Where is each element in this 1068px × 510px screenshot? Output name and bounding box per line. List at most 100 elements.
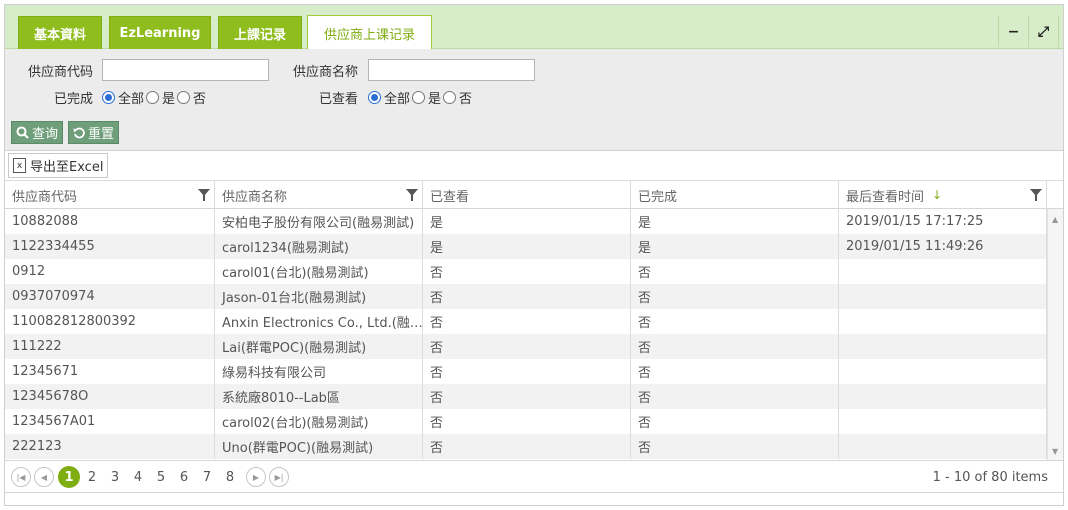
minimize-icon[interactable]: − — [999, 16, 1029, 47]
page-number-5[interactable]: 5 — [150, 466, 172, 488]
radio-icon[interactable] — [146, 91, 160, 104]
cell-last-viewed — [839, 309, 1047, 334]
radio-icon[interactable] — [412, 91, 426, 104]
table-row[interactable]: 0912 carol01(台北)(融易測試) 否否 — [5, 259, 1047, 284]
cell-vendor-name: Jason-01台北(融易測試) — [215, 284, 423, 309]
vendor-code-input[interactable] — [102, 59, 269, 81]
completed-option-yes[interactable]: 是 — [146, 88, 175, 107]
cell-vendor-name: carol02(台北)(融易測試) — [215, 409, 423, 434]
radio-checked-icon[interactable] — [102, 91, 115, 104]
cell-completed: 否 — [631, 334, 839, 359]
tab-basic-info[interactable]: 基本資料 — [18, 16, 102, 49]
page-number-8[interactable]: 8 — [219, 466, 241, 488]
cell-completed: 否 — [631, 434, 839, 459]
excel-file-icon: x — [13, 158, 26, 173]
table-row[interactable]: 111222 Lai(群電POC)(融易測試) 否否 — [5, 334, 1047, 359]
tab-bar: 基本資料 EzLearning 上課记录 供应商上课记录 − ⤢ — [5, 5, 1063, 50]
vertical-scrollbar[interactable]: ▲ ▼ — [1047, 209, 1063, 460]
cell-last-viewed — [839, 334, 1047, 359]
cell-vendor-code: 222123 — [5, 434, 215, 459]
column-header-last-viewed[interactable]: 最后查看时间 ↓ — [839, 181, 1047, 209]
cell-last-viewed — [839, 384, 1047, 409]
viewed-option-all[interactable]: 全部 — [368, 88, 410, 107]
cell-last-viewed — [839, 284, 1047, 309]
cell-viewed: 否 — [423, 334, 631, 359]
filter-icon[interactable] — [406, 189, 418, 201]
table-row[interactable]: 12345671 綠易科技有限公司否否 — [5, 359, 1047, 384]
column-header-vendor-name[interactable]: 供应商名称 — [215, 181, 423, 209]
page-number-6[interactable]: 6 — [173, 466, 195, 488]
grid-body: 10882088 安柏电子股份有限公司(融易測試) 是是 2019/01/15 17:… — [5, 209, 1063, 460]
cell-viewed: 是 — [423, 234, 631, 259]
cell-vendor-code: 111222 — [5, 334, 215, 359]
cell-last-viewed — [839, 434, 1047, 459]
table-row[interactable]: 0937070974 Jason-01台北(融易測試) 否否 — [5, 284, 1047, 309]
table-row[interactable]: 1234567A01 carol02(台北)(融易測試) 否否 — [5, 409, 1047, 434]
cell-viewed: 否 — [423, 359, 631, 384]
tab-course-records[interactable]: 上課记录 — [218, 16, 302, 49]
grid-header: 供应商代码 供应商名称 已查看 已完成 最后查看时间 ↓ — [5, 181, 1063, 209]
cell-viewed: 否 — [423, 409, 631, 434]
cell-vendor-name: 系統廠8010--Lab區 — [215, 384, 423, 409]
radio-checked-icon[interactable] — [368, 91, 381, 104]
last-page-icon[interactable]: ▶| — [269, 467, 289, 487]
vendor-name-input[interactable] — [368, 59, 535, 81]
page-number-2[interactable]: 2 — [81, 466, 103, 488]
page-number-7[interactable]: 7 — [196, 466, 218, 488]
scroll-up-icon[interactable]: ▲ — [1052, 215, 1058, 224]
completed-option-no[interactable]: 否 — [177, 88, 206, 107]
table-row[interactable]: 222123 Uno(群電POC)(融易測試) 否否 — [5, 434, 1047, 459]
reset-button[interactable]: 重置 — [68, 121, 120, 144]
pager-info: 1 - 10 of 80 items — [932, 470, 1048, 485]
first-page-icon[interactable]: |◀ — [11, 467, 31, 487]
column-header-label: 已查看 — [430, 189, 470, 205]
grid-toolbar: x 导出至Excel — [5, 151, 1063, 181]
cell-vendor-name: carol1234(融易測試) — [215, 234, 423, 259]
export-excel-label: 导出至Excel — [30, 160, 104, 175]
cell-completed: 否 — [631, 359, 839, 384]
table-row[interactable]: 12345678O 系統廠8010--Lab區否否 — [5, 384, 1047, 409]
tab-vendor-course-records[interactable]: 供应商上课记录 — [307, 15, 432, 50]
table-row[interactable]: 1122334455 carol1234(融易測試) 是是 2019/01/15 11… — [5, 234, 1047, 259]
scroll-down-icon[interactable]: ▼ — [1052, 447, 1058, 456]
viewed-option-yes[interactable]: 是 — [412, 88, 441, 107]
vendor-code-label: 供应商代码 — [28, 65, 94, 80]
page-number-3[interactable]: 3 — [104, 466, 126, 488]
window-controls: − ⤢ — [998, 16, 1059, 47]
column-header-label: 最后查看时间 — [846, 189, 925, 205]
column-header-label: 供应商代码 — [12, 189, 78, 205]
cell-vendor-name: carol01(台北)(融易測試) — [215, 259, 423, 284]
search-icon — [16, 126, 29, 139]
filter-panel: 供应商代码 供应商名称 已完成 全部 是 否 已查看 全部 是 否 查询 重置 — [5, 49, 1063, 151]
previous-page-icon[interactable]: ◀ — [34, 467, 54, 487]
next-page-icon[interactable]: ▶ — [246, 467, 266, 487]
completed-radio-group: 全部 是 否 — [102, 88, 208, 107]
search-button-label: 查询 — [32, 127, 59, 142]
cell-last-viewed — [839, 359, 1047, 384]
cell-vendor-code: 0912 — [5, 259, 215, 284]
viewed-option-no[interactable]: 否 — [443, 88, 472, 107]
filter-icon[interactable] — [198, 189, 210, 201]
cell-vendor-code: 12345678O — [5, 384, 215, 409]
page-number-1[interactable]: 1 — [58, 466, 80, 488]
radio-icon[interactable] — [443, 91, 457, 104]
table-row[interactable]: 110082812800392 Anxin Electronics Co., Lt… — [5, 309, 1047, 334]
completed-option-all[interactable]: 全部 — [102, 88, 144, 107]
search-button[interactable]: 查询 — [11, 121, 64, 144]
cell-viewed: 否 — [423, 284, 631, 309]
column-header-completed[interactable]: 已完成 — [631, 181, 839, 209]
column-header-viewed[interactable]: 已查看 — [423, 181, 631, 209]
tab-ezlearning[interactable]: EzLearning — [109, 16, 211, 49]
table-row[interactable]: 10882088 安柏电子股份有限公司(融易測試) 是是 2019/01/15 17:… — [5, 209, 1047, 234]
cell-vendor-code: 0937070974 — [5, 284, 215, 309]
radio-icon[interactable] — [177, 91, 191, 104]
cell-last-viewed: 2019/01/15 17:17:25 — [839, 209, 1047, 234]
cell-vendor-name: Uno(群電POC)(融易測試) — [215, 434, 423, 459]
column-header-vendor-code[interactable]: 供应商代码 — [5, 181, 215, 209]
cell-viewed: 否 — [423, 384, 631, 409]
filter-icon[interactable] — [1030, 189, 1042, 201]
option-label: 否 — [193, 92, 207, 107]
export-excel-button[interactable]: x 导出至Excel — [8, 153, 109, 178]
maximize-icon[interactable]: ⤢ — [1029, 16, 1059, 47]
page-number-4[interactable]: 4 — [127, 466, 149, 488]
